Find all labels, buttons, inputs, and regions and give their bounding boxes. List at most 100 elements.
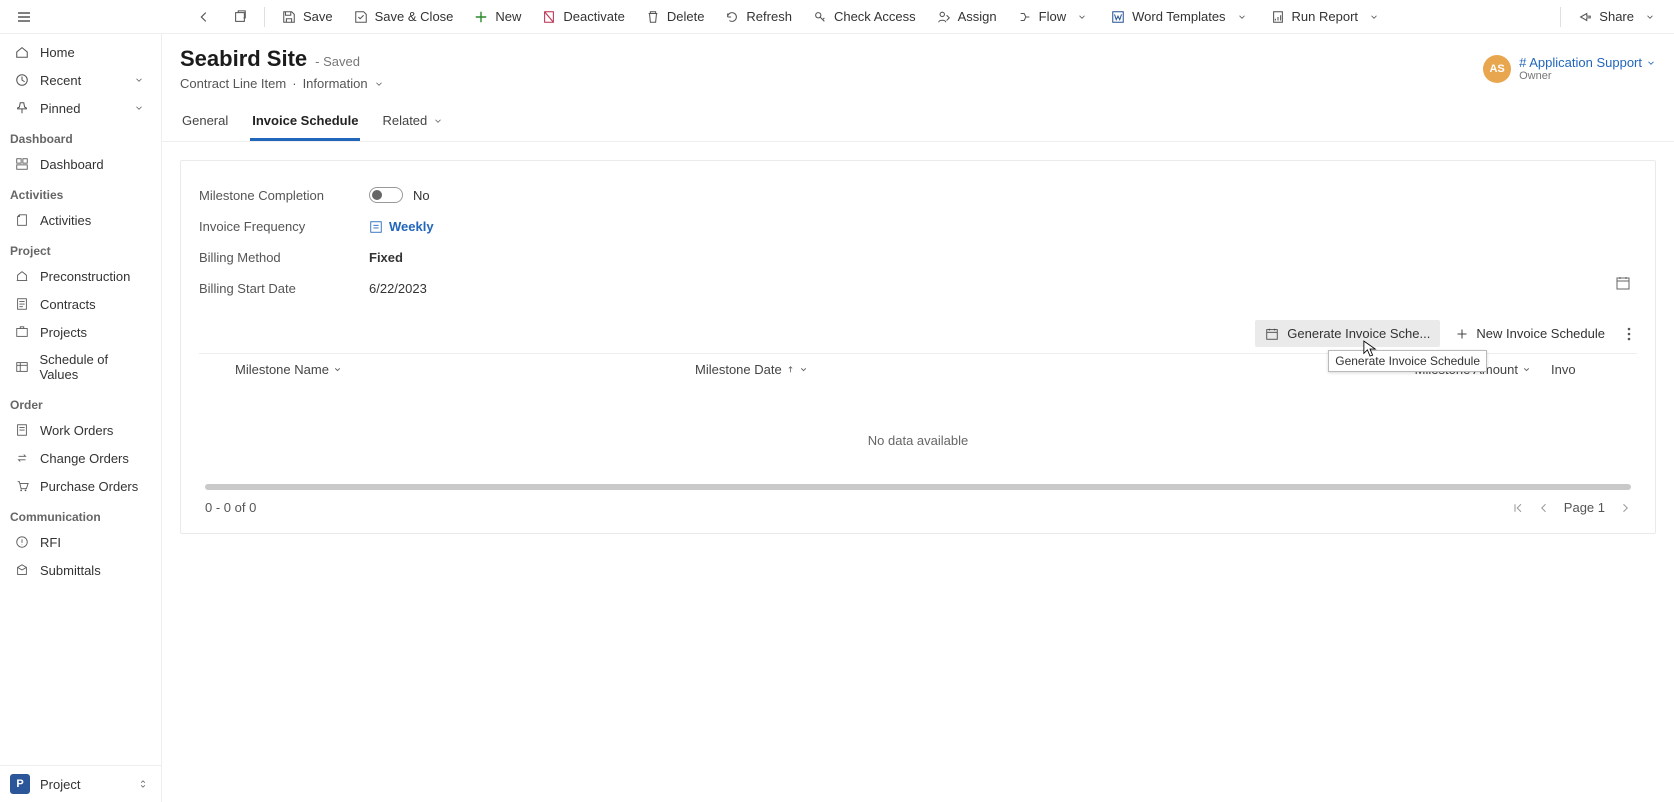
nav-dashboard-label: Dashboard [40, 157, 104, 172]
nav-pinned[interactable]: Pinned [0, 94, 161, 122]
billing-start-date-value[interactable]: 6/22/2023 [369, 281, 427, 296]
key-icon [812, 9, 828, 25]
next-page-button[interactable] [1619, 502, 1631, 514]
chevron-down-icon [1074, 9, 1090, 25]
nav-submittals[interactable]: Submittals [0, 556, 161, 584]
calendar-icon [1265, 327, 1279, 341]
nav-contracts[interactable]: Contracts [0, 290, 161, 318]
report-icon [1270, 9, 1286, 25]
word-templates-button[interactable]: Word Templates [1102, 5, 1257, 29]
subgrid-more-button[interactable] [1621, 321, 1637, 347]
chevron-down-icon[interactable] [374, 79, 384, 89]
nav-change-orders[interactable]: Change Orders [0, 444, 161, 472]
milestone-completion-toggle[interactable] [369, 187, 403, 203]
share-button[interactable]: Share [1569, 5, 1666, 29]
nav-schedule-values[interactable]: Schedule of Values [0, 346, 161, 388]
nav-home[interactable]: Home [0, 38, 161, 66]
calendar-icon[interactable] [1615, 275, 1631, 291]
record-title: Seabird Site [180, 46, 307, 72]
submittals-icon [14, 562, 30, 578]
owner-chip[interactable]: AS # Application Support Owner [1483, 55, 1656, 83]
check-access-label: Check Access [834, 9, 916, 24]
refresh-button[interactable]: Refresh [716, 5, 800, 29]
nav-section-communication: Communication [0, 500, 161, 528]
column-milestone-date[interactable]: Milestone Date [695, 362, 1055, 377]
billing-method-value[interactable]: Fixed [369, 250, 403, 265]
field-billing-start-date: Billing Start Date 6/22/2023 [199, 273, 1637, 304]
nav-recent[interactable]: Recent [0, 66, 161, 94]
run-report-button[interactable]: Run Report [1262, 5, 1390, 29]
chevron-down-icon [1642, 9, 1658, 25]
subgrid-toolbar: Generate Invoice Sche... New Invoice Sch… [199, 320, 1637, 347]
deactivate-label: Deactivate [563, 9, 624, 24]
delete-button[interactable]: Delete [637, 5, 713, 29]
breadcrumb: Contract Line Item · Information [180, 76, 384, 91]
tab-general[interactable]: General [180, 105, 230, 141]
hamburger-icon [16, 9, 32, 25]
chevron-down-icon [799, 365, 808, 374]
save-button[interactable]: Save [273, 5, 341, 29]
column-invoice[interactable]: Invo [1551, 362, 1631, 377]
nav-area-switcher[interactable]: P Project [0, 765, 161, 802]
tab-invoice-schedule[interactable]: Invoice Schedule [250, 105, 360, 141]
deactivate-button[interactable]: Deactivate [533, 5, 632, 29]
delete-label: Delete [667, 9, 705, 24]
tab-related[interactable]: Related [380, 105, 445, 141]
nav-activities-label: Activities [40, 213, 91, 228]
purchase-orders-icon [14, 478, 30, 494]
nav-activities[interactable]: Activities [0, 206, 161, 234]
nav-schedule-values-label: Schedule of Values [39, 352, 147, 382]
flow-icon [1017, 9, 1033, 25]
nav-preconstruction[interactable]: Preconstruction [0, 262, 161, 290]
nav-section-project: Project [0, 234, 161, 262]
nav-change-orders-label: Change Orders [40, 451, 129, 466]
chevron-down-icon [433, 116, 443, 126]
nav-pinned-label: Pinned [40, 101, 80, 116]
refresh-icon [724, 9, 740, 25]
first-page-button[interactable] [1512, 502, 1524, 514]
clock-icon [14, 72, 30, 88]
nav-projects[interactable]: Projects [0, 318, 161, 346]
nav-dashboard[interactable]: Dashboard [0, 150, 161, 178]
column-milestone-name[interactable]: Milestone Name [235, 362, 695, 377]
nav-recent-label: Recent [40, 73, 81, 88]
chevron-down-icon [131, 100, 147, 116]
chevron-down-icon [131, 72, 147, 88]
nav-contracts-label: Contracts [40, 297, 96, 312]
prev-page-button[interactable] [1538, 502, 1550, 514]
nav-purchase-orders-label: Purchase Orders [40, 479, 138, 494]
area-label: Project [40, 777, 125, 792]
flow-label: Flow [1039, 9, 1066, 24]
new-invoice-schedule-button[interactable]: New Invoice Schedule [1446, 320, 1615, 347]
invoice-frequency-label: Invoice Frequency [199, 219, 369, 234]
record-range: 0 - 0 of 0 [205, 500, 256, 515]
nav-purchase-orders[interactable]: Purchase Orders [0, 472, 161, 500]
form-tabs: General Invoice Schedule Related [162, 91, 1674, 142]
new-label: New [495, 9, 521, 24]
field-milestone-completion: Milestone Completion No [199, 179, 1637, 211]
new-button[interactable]: New [465, 5, 529, 29]
nav-rfi[interactable]: RFI [0, 528, 161, 556]
nav-section-order: Order [0, 388, 161, 416]
word-icon [1110, 9, 1126, 25]
open-new-button[interactable] [224, 5, 256, 29]
flow-button[interactable]: Flow [1009, 5, 1098, 29]
hamburger-button[interactable] [8, 5, 40, 29]
entity-name: Contract Line Item [180, 76, 286, 91]
assign-label: Assign [958, 9, 997, 24]
left-navigation: Home Recent Pinned Dashboard Dashboard [0, 34, 162, 802]
nav-preconstruction-label: Preconstruction [40, 269, 130, 284]
invoice-frequency-value[interactable]: Weekly [369, 219, 434, 234]
back-button[interactable] [188, 5, 220, 29]
save-close-button[interactable]: Save & Close [345, 5, 462, 29]
nav-home-label: Home [40, 45, 75, 60]
check-access-button[interactable]: Check Access [804, 5, 924, 29]
generate-invoice-schedule-button[interactable]: Generate Invoice Sche... [1255, 320, 1440, 347]
form-name[interactable]: Information [303, 76, 368, 91]
assign-button[interactable]: Assign [928, 5, 1005, 29]
nav-work-orders[interactable]: Work Orders [0, 416, 161, 444]
command-bar: Save Save & Close New Deactivate Delete … [0, 0, 1674, 34]
invoice-schedule-grid: Milestone Name Milestone Date Milestone … [199, 353, 1637, 515]
milestone-completion-value: No [413, 188, 430, 203]
activities-icon [14, 212, 30, 228]
